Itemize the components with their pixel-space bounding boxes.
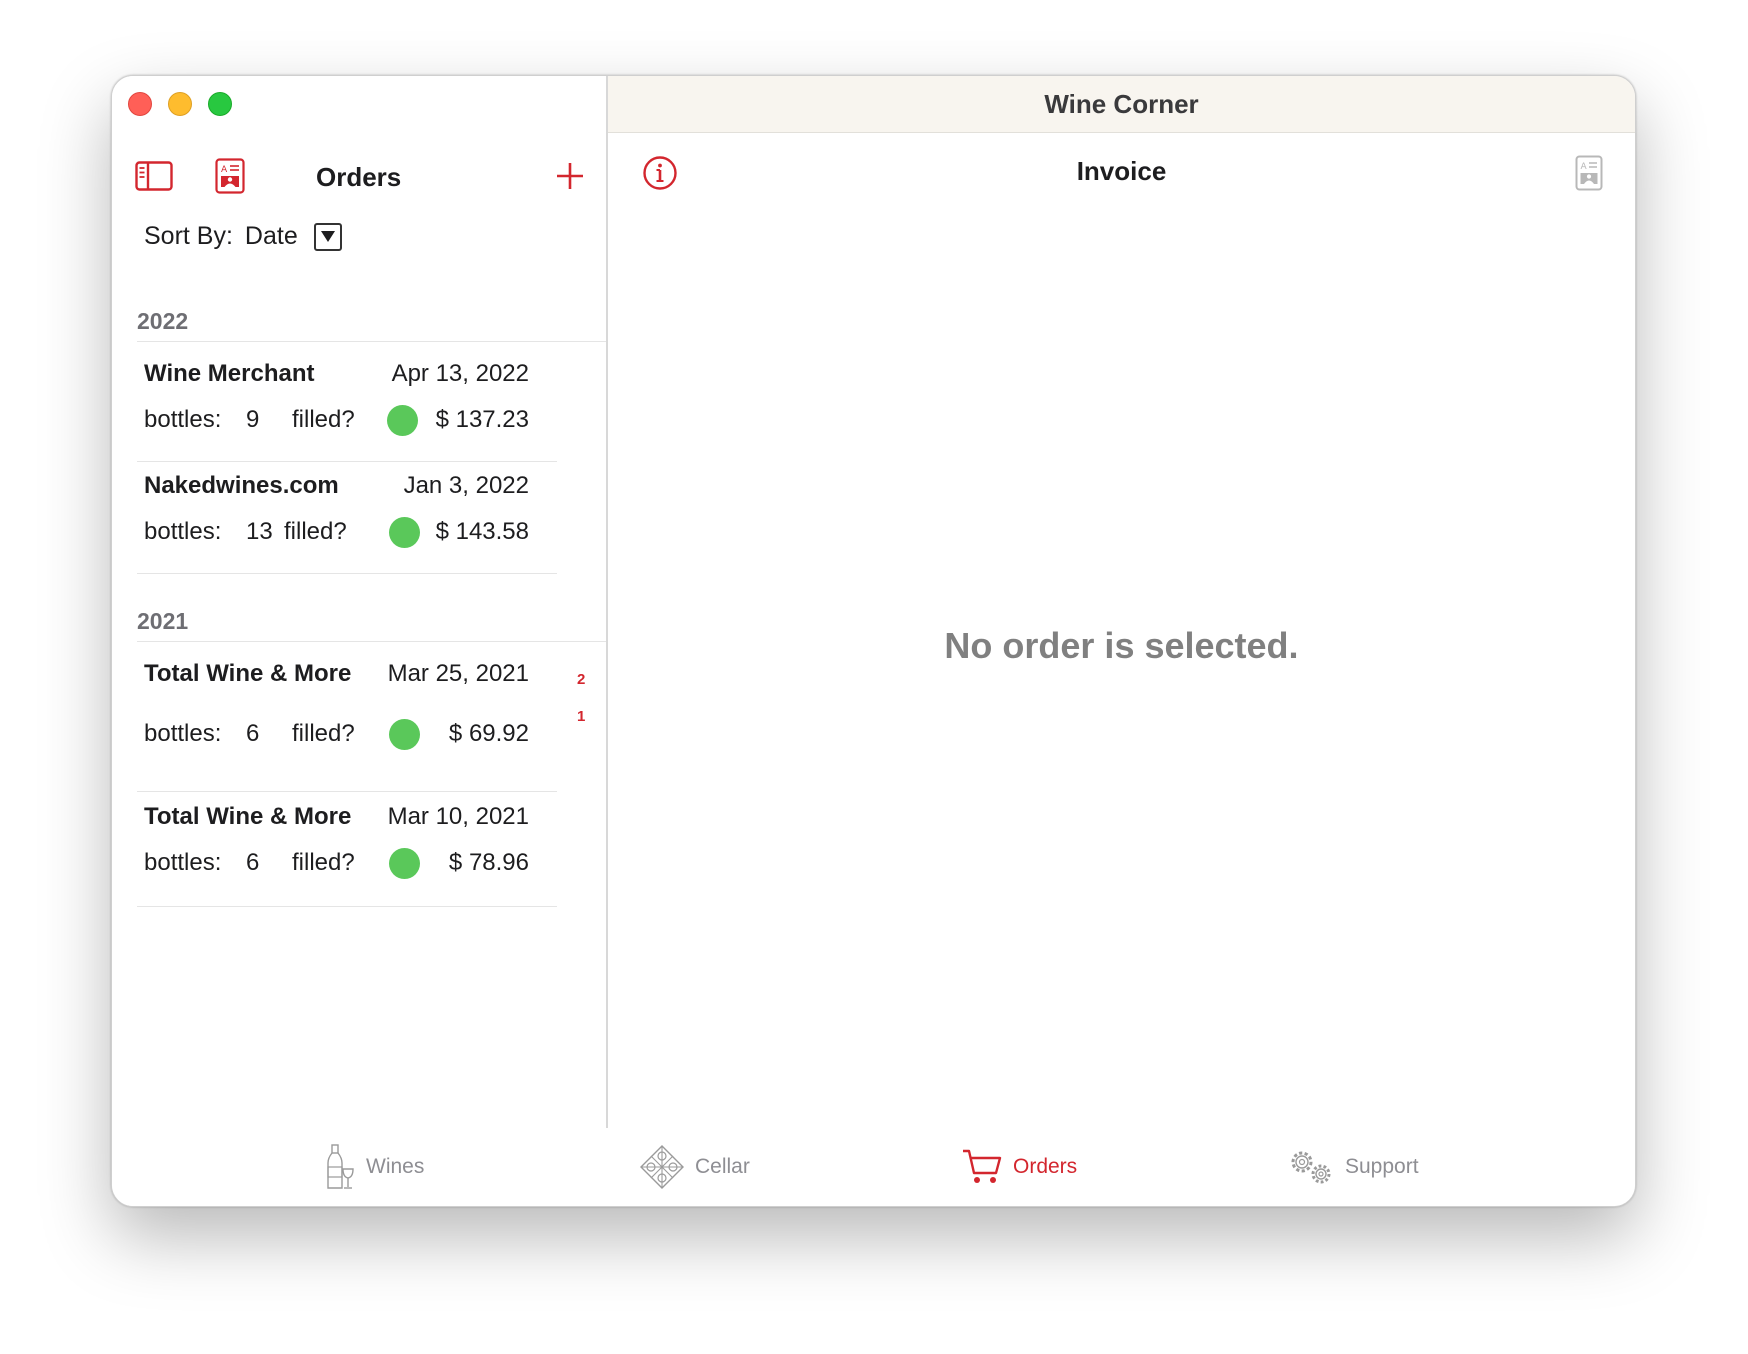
order-vendor: Wine Merchant xyxy=(144,360,315,387)
order-row[interactable]: Wine Merchant Apr 13, 2022 bottles: 9 fi… xyxy=(137,351,557,462)
tab-label: Orders xyxy=(1013,1155,1078,1178)
section-header-2021: 2021 xyxy=(137,608,606,642)
contact-card-button[interactable]: A xyxy=(1571,151,1607,195)
sidebar-title: Orders xyxy=(316,162,402,192)
zoom-window-button[interactable] xyxy=(208,92,232,116)
filled-label: filled? xyxy=(292,406,355,433)
detail-title: Invoice xyxy=(1076,156,1167,186)
order-row[interactable]: Total Wine & More Mar 25, 2021 bottles: … xyxy=(137,651,557,792)
bottles-count: 13 xyxy=(246,518,273,545)
cellar-rack-icon xyxy=(640,1145,684,1189)
tab-orders[interactable]: Orders xyxy=(961,1128,1077,1206)
order-price: $ 78.96 xyxy=(448,849,529,876)
bottles-label: bottles: xyxy=(144,849,222,876)
tab-wines[interactable]: Wines xyxy=(326,1128,424,1206)
section-index-item[interactable]: 1 xyxy=(577,708,585,725)
triangle-down-icon xyxy=(320,231,335,242)
orders-sidebar: A Orders Sort By: Date 2022 Wine Merchan… xyxy=(112,76,608,1128)
order-vendor: Total Wine & More xyxy=(144,660,352,687)
section-header-2022: 2022 xyxy=(137,308,606,342)
toggle-sidebar-button[interactable] xyxy=(132,154,176,198)
cart-icon xyxy=(963,1149,1002,1183)
bottles-count: 6 xyxy=(246,720,260,747)
tab-bar: Wines Cellar Orders Support xyxy=(112,1128,1635,1206)
sidebar-toolbar: A Orders xyxy=(112,154,606,210)
filled-status-indicator xyxy=(389,848,420,879)
tab-label: Support xyxy=(1345,1155,1419,1178)
window-title: Wine Corner xyxy=(1044,88,1199,119)
order-price: $ 69.92 xyxy=(448,720,529,747)
minimize-window-button[interactable] xyxy=(168,92,192,116)
filled-status-indicator xyxy=(389,719,420,750)
bottles-label: bottles: xyxy=(144,406,222,433)
order-date: Mar 25, 2021 xyxy=(387,660,529,687)
contact-card-icon: A xyxy=(215,158,245,194)
bottles-count: 9 xyxy=(246,406,260,433)
svg-text:A: A xyxy=(221,165,228,175)
order-date: Mar 10, 2021 xyxy=(387,803,529,830)
tab-cellar[interactable]: Cellar xyxy=(639,1128,750,1206)
filled-status-indicator xyxy=(387,405,418,436)
order-price: $ 143.58 xyxy=(435,518,529,545)
sort-control: Sort By: Date xyxy=(144,222,342,251)
order-date: Apr 13, 2022 xyxy=(391,360,529,387)
window-titlebar: Wine Corner xyxy=(608,76,1635,133)
invoice-detail-pane: Invoice A No order is selected. xyxy=(608,133,1635,1128)
filled-label: filled? xyxy=(284,518,347,545)
filled-label: filled? xyxy=(292,720,355,747)
plus-icon xyxy=(557,163,583,189)
empty-state-message: No order is selected. xyxy=(944,625,1299,666)
contacts-report-button[interactable]: A xyxy=(208,154,252,198)
order-date: Jan 3, 2022 xyxy=(403,472,529,499)
bottles-count: 6 xyxy=(246,849,260,876)
order-vendor: Nakedwines.com xyxy=(144,472,339,499)
tab-support[interactable]: Support xyxy=(1287,1128,1419,1206)
order-row[interactable]: Total Wine & More Mar 10, 2021 bottles: … xyxy=(137,794,557,907)
tab-label: Wines xyxy=(366,1155,425,1178)
app-window: A Orders Sort By: Date 2022 Wine Merchan… xyxy=(111,75,1636,1207)
wine-bottle-icon xyxy=(327,1144,354,1189)
sidebar-icon xyxy=(135,161,173,191)
order-price: $ 137.23 xyxy=(435,406,529,433)
filled-status-indicator xyxy=(389,517,420,548)
section-index-item[interactable]: 2 xyxy=(577,671,585,688)
sort-value[interactable]: Date xyxy=(245,222,298,251)
close-window-button[interactable] xyxy=(128,92,152,116)
filled-label: filled? xyxy=(292,849,355,876)
sort-label: Sort By: xyxy=(144,222,233,250)
gears-icon xyxy=(1291,1151,1331,1184)
svg-text:A: A xyxy=(1581,162,1588,172)
order-row[interactable]: Nakedwines.com Jan 3, 2022 bottles: 13 f… xyxy=(137,463,557,574)
tab-label: Cellar xyxy=(695,1155,750,1178)
add-order-button[interactable] xyxy=(548,154,592,198)
bottles-label: bottles: xyxy=(144,518,222,545)
order-vendor: Total Wine & More xyxy=(144,803,352,830)
sort-dropdown-button[interactable] xyxy=(313,222,342,251)
window-controls xyxy=(128,92,232,116)
bottles-label: bottles: xyxy=(144,720,222,747)
contact-card-icon: A xyxy=(1575,155,1603,191)
